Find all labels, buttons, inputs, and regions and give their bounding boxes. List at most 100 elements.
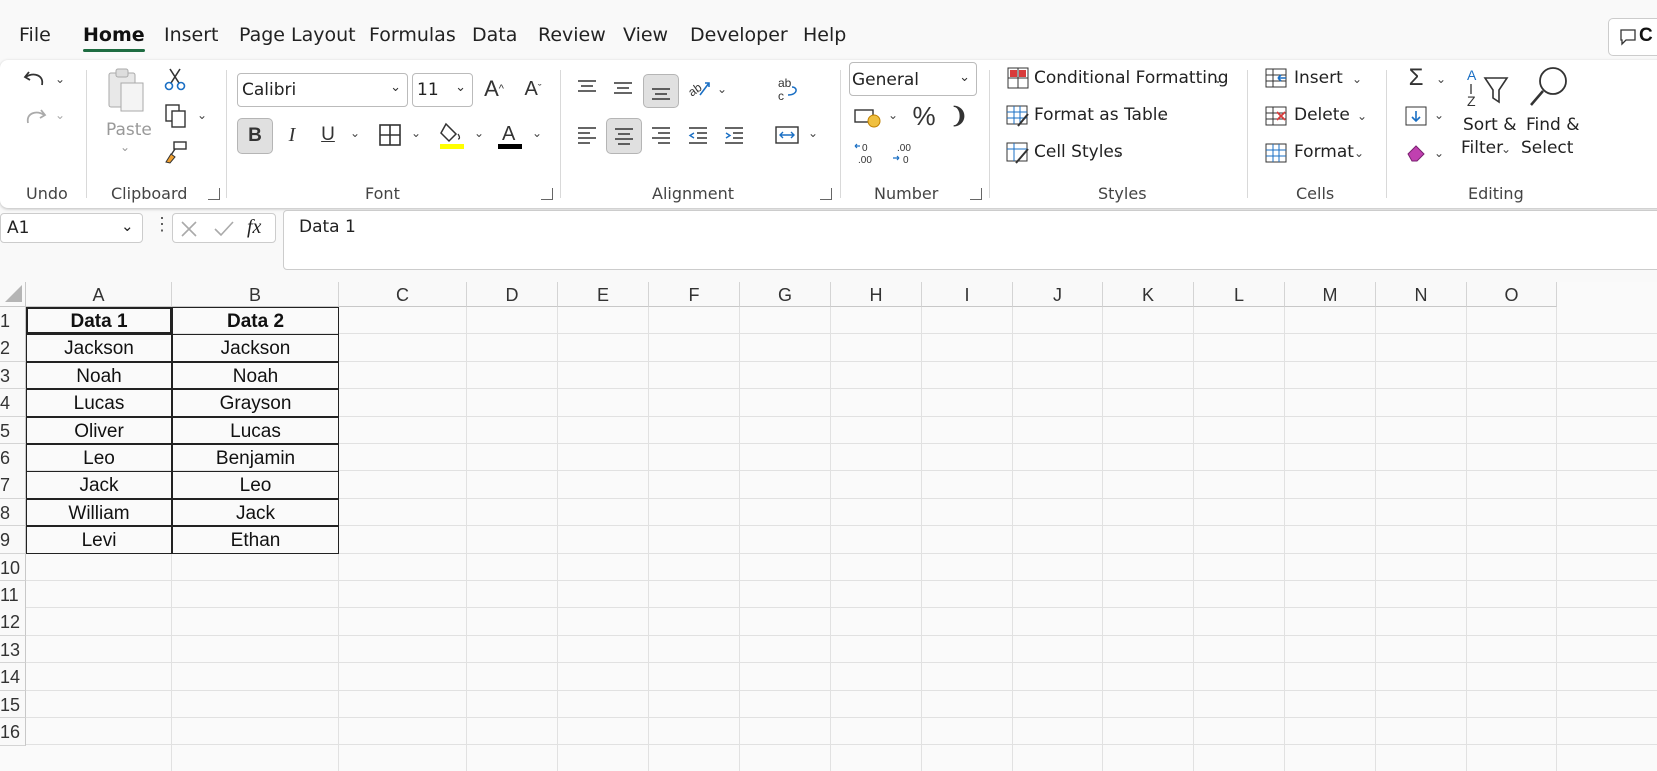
- tab-formulas[interactable]: Formulas: [369, 24, 456, 46]
- cell[interactable]: Jackson: [26, 334, 172, 362]
- cell[interactable]: Jack: [172, 498, 339, 527]
- bold-button[interactable]: B: [237, 118, 273, 154]
- sort-filter-label-line2[interactable]: Filter: [1461, 138, 1503, 158]
- column-header[interactable]: N: [1376, 282, 1467, 307]
- conditional-formatting-button[interactable]: Conditional Formatting: [1034, 68, 1229, 88]
- increase-font-size-icon[interactable]: A ^: [481, 74, 507, 104]
- tab-home[interactable]: Home: [83, 24, 145, 52]
- tab-data[interactable]: Data: [472, 24, 517, 46]
- cell[interactable]: Data 2: [172, 307, 339, 335]
- conditional-formatting-icon[interactable]: [1006, 66, 1030, 90]
- column-header[interactable]: L: [1194, 282, 1285, 307]
- row-header[interactable]: 9: [0, 526, 26, 554]
- chevron-down-icon[interactable]: ⌄: [1112, 146, 1122, 160]
- column-header[interactable]: H: [831, 282, 922, 307]
- row-header[interactable]: 16: [0, 718, 26, 746]
- align-center-icon[interactable]: [606, 118, 642, 154]
- row-header[interactable]: 13: [0, 635, 26, 664]
- column-header[interactable]: A: [26, 282, 172, 307]
- format-as-table-icon[interactable]: [1006, 104, 1030, 128]
- merge-center-icon[interactable]: [772, 120, 802, 150]
- row-header[interactable]: 5: [0, 416, 26, 445]
- chevron-down-icon[interactable]: ⌄: [1213, 72, 1223, 86]
- redo-icon[interactable]: [20, 102, 50, 132]
- cancel-icon[interactable]: [179, 219, 199, 239]
- cell-styles-button[interactable]: Cell Styles: [1034, 142, 1123, 162]
- cut-icon[interactable]: [162, 66, 188, 92]
- chevron-down-icon[interactable]: ⌄: [1434, 108, 1444, 122]
- cell[interactable]: William: [26, 498, 172, 527]
- increase-decimal-icon[interactable]: 0.00: [851, 138, 881, 168]
- paste-label[interactable]: Paste: [106, 120, 152, 140]
- tab-insert[interactable]: Insert: [164, 24, 219, 46]
- decrease-font-size-icon[interactable]: Aˇ: [520, 74, 546, 104]
- find-select-icon[interactable]: [1527, 64, 1571, 110]
- enter-icon[interactable]: [213, 219, 235, 239]
- cell[interactable]: Ethan: [172, 526, 339, 554]
- row-header[interactable]: 2: [0, 334, 26, 362]
- name-box[interactable]: A1 ⌄: [0, 213, 143, 243]
- chevron-down-icon[interactable]: ⌄: [1357, 109, 1367, 123]
- chevron-down-icon[interactable]: ⌄: [1354, 146, 1364, 160]
- clear-icon[interactable]: [1402, 138, 1430, 166]
- column-header[interactable]: I: [922, 282, 1013, 307]
- chevron-down-icon[interactable]: ⌄: [55, 72, 65, 86]
- insert-function-icon[interactable]: fx: [247, 216, 261, 239]
- cell[interactable]: Levi: [26, 526, 172, 554]
- row-header[interactable]: 15: [0, 690, 26, 719]
- comments-button[interactable]: C: [1608, 18, 1657, 56]
- format-cells-button[interactable]: Format: [1294, 142, 1354, 162]
- cell[interactable]: Leo: [26, 444, 172, 472]
- align-right-icon[interactable]: [647, 120, 675, 150]
- font-dialog-launcher-icon[interactable]: [541, 188, 553, 200]
- formula-input[interactable]: Data 1: [283, 210, 1657, 270]
- chevron-down-icon[interactable]: ⌄: [1501, 142, 1511, 156]
- tab-developer[interactable]: Developer: [690, 24, 788, 46]
- column-header[interactable]: B: [172, 282, 339, 307]
- chevron-down-icon[interactable]: ⌄: [1352, 72, 1362, 86]
- format-cells-icon[interactable]: [1264, 141, 1288, 165]
- column-header[interactable]: J: [1013, 282, 1103, 307]
- chevron-down-icon[interactable]: ⌄: [120, 140, 130, 154]
- comma-style-icon[interactable]: ❩: [947, 100, 971, 132]
- orientation-icon[interactable]: ab: [685, 74, 713, 102]
- column-header[interactable]: C: [339, 282, 467, 307]
- insert-cells-icon[interactable]: [1264, 66, 1288, 90]
- row-header[interactable]: 8: [0, 498, 26, 527]
- tab-review[interactable]: Review: [538, 24, 606, 46]
- decrease-decimal-icon[interactable]: .00 0: [888, 138, 918, 168]
- cell[interactable]: Lucas: [172, 416, 339, 445]
- cell[interactable]: Leo: [172, 471, 339, 499]
- percent-style-icon[interactable]: %: [909, 100, 939, 132]
- chevron-down-icon[interactable]: ⌄: [197, 108, 207, 122]
- row-header[interactable]: 1: [0, 307, 26, 335]
- cell[interactable]: Noah: [26, 361, 172, 390]
- accounting-format-icon[interactable]: [851, 102, 883, 132]
- align-left-icon[interactable]: [573, 120, 601, 150]
- row-header[interactable]: 11: [0, 581, 26, 609]
- find-select-label-line1[interactable]: Find &: [1526, 115, 1580, 135]
- tab-view[interactable]: View: [623, 24, 668, 46]
- fill-icon[interactable]: [1402, 102, 1430, 130]
- top-align-icon[interactable]: [573, 74, 601, 102]
- cell[interactable]: Oliver: [26, 416, 172, 445]
- chevron-down-icon[interactable]: ⌄: [808, 126, 818, 140]
- increase-indent-icon[interactable]: [720, 120, 748, 150]
- paste-icon[interactable]: [105, 66, 149, 116]
- chevron-down-icon[interactable]: ⌄: [1436, 72, 1446, 86]
- row-header[interactable]: 7: [0, 471, 26, 499]
- tab-page-layout[interactable]: Page Layout: [239, 24, 356, 46]
- autosum-icon[interactable]: Σ: [1402, 64, 1430, 92]
- chevron-down-icon[interactable]: ⌄: [411, 126, 421, 140]
- row-header[interactable]: 12: [0, 608, 26, 636]
- italic-button[interactable]: I: [278, 118, 306, 152]
- wrap-text-icon[interactable]: ab c: [772, 74, 804, 104]
- bottom-align-icon[interactable]: [643, 74, 679, 108]
- number-dialog-launcher-icon[interactable]: [970, 188, 982, 200]
- cell[interactable]: Lucas: [26, 389, 172, 417]
- font-color-icon[interactable]: A: [495, 118, 525, 152]
- column-header[interactable]: E: [558, 282, 649, 307]
- middle-align-icon[interactable]: [609, 74, 637, 102]
- chevron-down-icon[interactable]: ⌄: [121, 217, 134, 235]
- more-options-icon[interactable]: ⋮: [153, 214, 171, 235]
